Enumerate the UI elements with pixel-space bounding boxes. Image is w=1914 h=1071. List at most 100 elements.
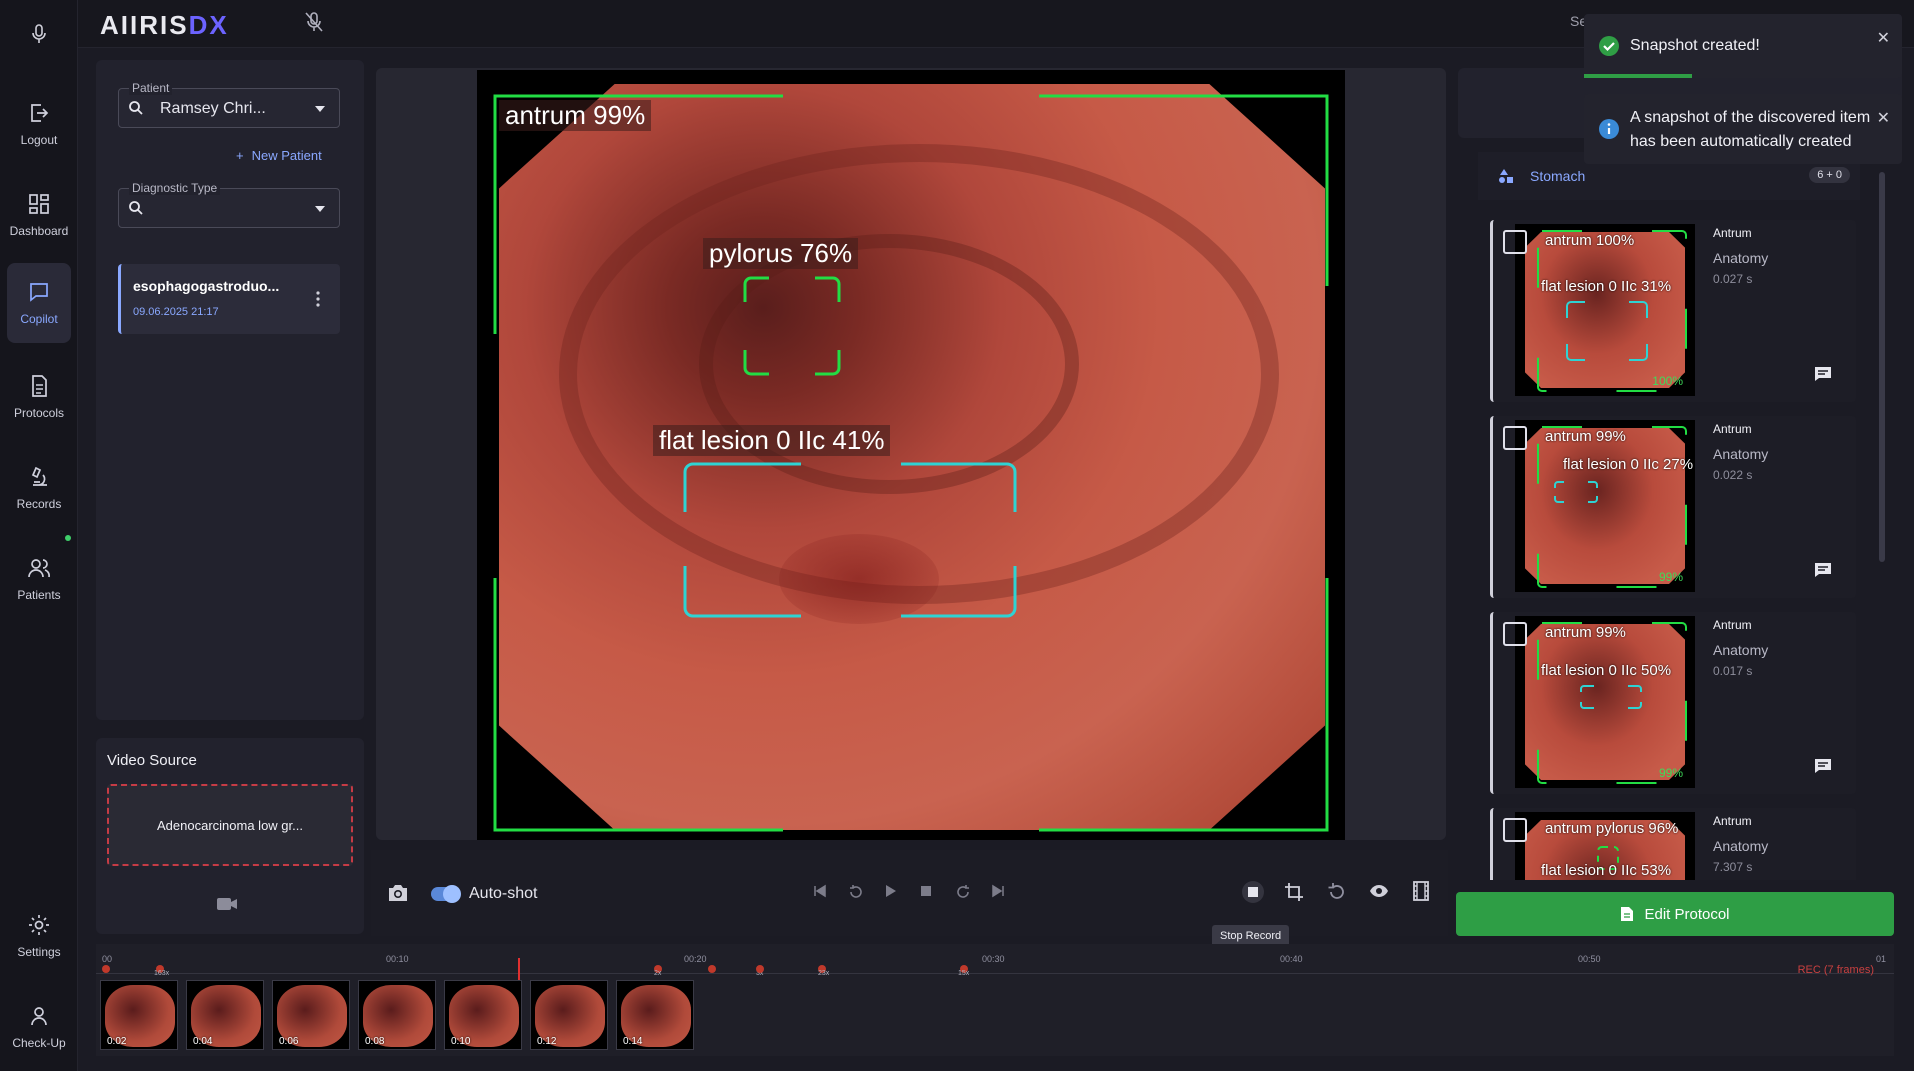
video-camera-icon[interactable] [216,896,238,917]
snapshot-location: Antrum [1713,226,1752,240]
skip-start-icon[interactable] [813,884,827,903]
frame-thumbnail[interactable]: 0:08 [358,980,436,1050]
comment-icon[interactable] [1814,758,1832,779]
play-icon[interactable] [885,884,897,903]
snapshot-checkbox[interactable] [1503,622,1527,646]
diagnostic-type-select[interactable]: Diagnostic Type [118,181,340,228]
snapshot-label: flat lesion 0 IIc 50% [1541,662,1672,679]
snapshot-label: antrum 100% [1545,232,1635,249]
toggle-switch[interactable] [431,885,461,903]
snapshot-category: Anatomy [1713,446,1769,462]
nav-copilot[interactable]: Copilot [7,263,71,343]
snapshot-thumbnail[interactable]: antrum pylorus 96% flat lesion 0 IIc 53% [1515,812,1695,880]
comment-icon[interactable] [1814,562,1832,583]
nav-checkup[interactable]: Check-Up [7,987,71,1067]
close-icon[interactable]: ✕ [1877,108,1890,128]
timeline[interactable]: 00 00:10 00:20 00:30 00:40 00:50 01 163x… [96,944,1894,1056]
crop-icon[interactable] [1284,882,1304,907]
snapshot-card[interactable]: antrum 99% flat lesion 0 IIc 50% 99% Ant… [1490,612,1856,794]
video-viewer[interactable]: antrum 99% pylorus 76% flat lesion 0 IIc… [376,68,1446,840]
snapshot-thumbnail[interactable]: antrum 99% flat lesion 0 IIc 50% 99% [1515,616,1695,788]
timeline-tick: 01 [1876,954,1887,964]
edit-protocol-button[interactable]: Edit Protocol [1456,892,1894,936]
frame-thumbnail[interactable]: 0:02 [100,980,178,1050]
autoshot-label: Auto-shot [469,885,538,902]
frame-thumbnail[interactable]: 0:12 [530,980,608,1050]
snapshot-checkbox[interactable] [1503,818,1527,842]
snapshot-category: Anatomy [1713,642,1769,658]
lesion-detection-label: flat lesion 0 IIc 41% [653,425,891,456]
timeline-playhead[interactable] [518,958,520,980]
snapshot-info: Antrum Anatomy 0.022 s [1713,422,1768,482]
frame-thumbnail[interactable]: 0:06 [272,980,350,1050]
rotate-icon[interactable] [1327,882,1347,907]
snapshot-time: 0.022 s [1713,468,1753,482]
timeline-tick: 00 [102,954,113,964]
chevron-down-icon[interactable] [315,206,325,212]
microphone-icon[interactable] [0,16,78,52]
timeline-ruler[interactable]: 00 00:10 00:20 00:30 00:40 00:50 01 163x… [96,948,1894,980]
toast-progress [1584,74,1692,78]
patient-select[interactable]: Patient Ramsey Chri... [118,81,340,128]
camera-icon[interactable] [387,884,409,907]
snapshot-card[interactable]: antrum 100% flat lesion 0 IIc 31% 100% A… [1490,220,1856,402]
nav-settings[interactable]: Settings [7,896,71,976]
snapshot-time: 0.027 s [1713,272,1753,286]
autoshot-toggle[interactable]: Auto-shot [431,885,537,903]
info-icon [1599,119,1619,139]
study-date: 09.06.2025 21:17 [133,306,219,318]
endoscopy-frame: antrum 99% pylorus 76% flat lesion 0 IIc… [477,70,1345,840]
marker-label: 163x [154,970,170,977]
video-source-item[interactable]: Adenocarcinoma low gr... [107,784,353,866]
more-vertical-icon[interactable] [316,291,320,312]
timeline-tick: 00:50 [1578,954,1601,964]
logout-icon [31,104,49,122]
frame-thumbnail[interactable]: 0:04 [186,980,264,1050]
nav-patients[interactable]: Patients [7,539,71,619]
snapshot-scrollbar[interactable] [1879,172,1885,562]
nav-logout[interactable]: Logout [7,84,71,164]
frame-time: 0:14 [623,1036,643,1047]
snapshot-category: Anatomy [1713,838,1769,854]
new-patient-button[interactable]: + New Patient [236,148,322,163]
frame-time: 0:08 [365,1036,385,1047]
stop-icon[interactable] [920,884,932,902]
nav-dashboard[interactable]: Dashboard [7,175,71,255]
snapshot-list[interactable]: antrum 100% flat lesion 0 IIc 31% 100% A… [1478,220,1866,880]
microphone-off-icon[interactable] [304,11,324,38]
snapshot-thumbnail[interactable]: antrum 100% flat lesion 0 IIc 31% 100% [1515,224,1695,396]
close-icon[interactable]: ✕ [1877,28,1890,48]
study-card[interactable]: esophagogastroduo... 09.06.2025 21:17 [118,264,340,334]
snapshot-checkbox[interactable] [1503,426,1527,450]
document-icon [32,375,47,397]
timeline-marker[interactable] [756,965,764,973]
frame-strip: 0:02 0:04 0:06 0:08 0:10 0:12 0:14 [100,980,694,1050]
frame-time: 0:04 [193,1036,213,1047]
rewind-icon[interactable] [848,884,864,905]
study-title: esophagogastroduo... [133,278,280,294]
snapshot-checkbox[interactable] [1503,230,1527,254]
frame-thumbnail[interactable]: 0:14 [616,980,694,1050]
toast-message: A snapshot of the discovered item has be… [1630,109,1871,150]
skip-end-icon[interactable] [991,884,1005,903]
nav-records[interactable]: Records [7,448,71,528]
eye-icon[interactable] [1369,884,1389,903]
patient-label: Patient [129,81,173,95]
nav-protocols[interactable]: Protocols [7,357,71,437]
stop-record-button[interactable] [1241,880,1265,909]
chat-icon [30,283,48,302]
snapshot-card[interactable]: antrum pylorus 96% flat lesion 0 IIc 53%… [1490,808,1856,880]
frame-thumbnail[interactable]: 0:10 [444,980,522,1050]
nav-label: Dashboard [9,224,69,238]
frame-time: 0:12 [537,1036,557,1047]
forward-icon[interactable] [955,884,971,905]
timeline-marker[interactable] [708,965,716,973]
comment-icon[interactable] [1814,366,1832,387]
section-title: Stomach [1530,168,1586,184]
snapshot-thumbnail[interactable]: antrum 99% flat lesion 0 IIc 27% 99% [1515,420,1695,592]
snapshot-card[interactable]: antrum 99% flat lesion 0 IIc 27% 99% Ant… [1490,416,1856,598]
timeline-marker[interactable] [102,965,110,973]
film-strip-icon[interactable] [1413,881,1429,906]
snapshot-label: flat lesion 0 IIc 53% [1541,862,1672,879]
chevron-down-icon[interactable] [315,106,325,112]
